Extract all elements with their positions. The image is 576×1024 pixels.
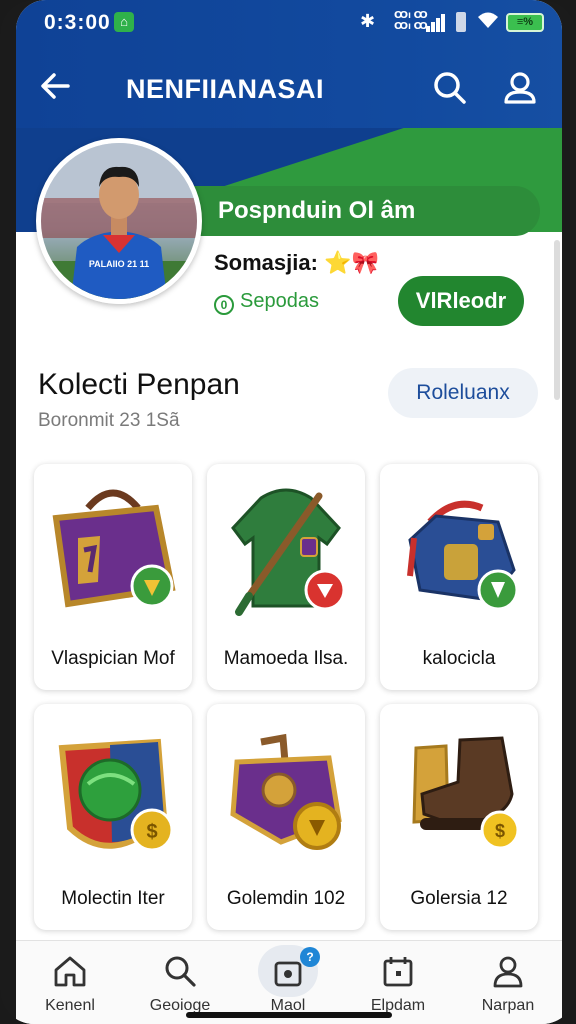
collection-item[interactable]: Golemdin 102 (207, 704, 365, 930)
status-label: Somasjia: (214, 250, 318, 275)
star-icon: ⭐🎀 (324, 250, 379, 275)
shield-ball-icon: $ (48, 718, 178, 868)
item-label: Golersia 12 (410, 888, 508, 909)
nav-item-home[interactable]: Kenenl (20, 941, 120, 1024)
item-label: kalocicla (422, 648, 496, 669)
notification-badge: ? (300, 947, 320, 967)
player-sub: 0 Sepodas (214, 290, 319, 315)
player-avatar[interactable]: PALAIIO 21 11 (36, 138, 202, 304)
collection-item[interactable]: Mamoeda Ilsa. (207, 464, 365, 690)
status-dot-icon: 0 (214, 295, 234, 315)
blue-backpack-icon (394, 478, 524, 628)
collection-item[interactable]: kalocicla (380, 464, 538, 690)
app-notification-icon: ⌂ (114, 12, 134, 32)
wifi-icon (476, 10, 500, 36)
sim-icon (456, 12, 466, 32)
back-arrow-icon[interactable] (36, 66, 76, 106)
section-action-button[interactable]: Roleluanx (388, 368, 538, 418)
person-icon (490, 953, 526, 989)
item-label: Molectin Iter (61, 888, 165, 909)
nav-label: Kenenl (45, 997, 95, 1014)
app-bar: NENFIIANASAI (16, 56, 562, 120)
player-name-banner: Pospnduin Ol âm (188, 186, 540, 236)
section-subtitle: Boronmit 23 1Sã (38, 410, 180, 431)
collection-item[interactable]: Vlaspician Mof (34, 464, 192, 690)
network-indicator: Ꝏı Ꝏ Ꝏı Ꝏ (394, 10, 428, 32)
search-icon (162, 953, 198, 989)
svg-text:$: $ (495, 821, 505, 841)
network-line1: Ꝏı Ꝏ (394, 10, 428, 21)
network-line2: Ꝏı Ꝏ (394, 21, 428, 32)
green-hoodie-icon (221, 478, 351, 628)
leather-boot-icon: $ (394, 718, 524, 868)
home-indicator[interactable] (186, 1012, 392, 1018)
nav-item-profile[interactable]: Narpan (458, 941, 558, 1024)
header-area: 0:3:00 ⌂ ✱ Ꝏı Ꝏ Ꝏı Ꝏ ≡% NENFIIANASAI (16, 0, 562, 128)
scrollbar[interactable] (554, 240, 560, 400)
item-label: Vlaspician Mof (51, 648, 175, 669)
svg-text:$: $ (146, 821, 157, 843)
screen: 0:3:00 ⌂ ✱ Ꝏı Ꝏ Ꝏı Ꝏ ≡% NENFIIANASAI Pos… (16, 0, 562, 1024)
treasure-chest-icon (48, 478, 178, 628)
battery-icon: ≡% (506, 13, 544, 32)
profile-icon[interactable] (500, 68, 540, 108)
signal-icon (426, 14, 446, 32)
page-title: NENFIIANASAI (126, 74, 325, 104)
purple-armor-icon (221, 718, 351, 868)
jersey-text: PALAIIO 21 11 (89, 259, 149, 269)
status-time: 0:3:00 (44, 11, 111, 34)
status-bar: 0:3:00 ⌂ ✱ Ꝏı Ꝏ Ꝏı Ꝏ ≡% (16, 0, 562, 46)
player-status: Somasjia: ⭐🎀 (214, 250, 379, 276)
item-label: Golemdin 102 (226, 888, 346, 909)
phone-frame: 0:3:00 ⌂ ✱ Ꝏı Ꝏ Ꝏı Ꝏ ≡% NENFIIANASAI Pos… (0, 0, 576, 1024)
home-icon (52, 953, 88, 989)
item-label: Mamoeda Ilsa. (223, 648, 349, 669)
search-icon[interactable] (430, 68, 470, 108)
calendar-icon (380, 953, 416, 989)
section-title: Kolecti Penpan (38, 368, 240, 401)
nav-label: Narpan (481, 997, 535, 1014)
collection-item[interactable]: $ Molectin Iter (34, 704, 192, 930)
bluetooth-icon: ✱ (360, 11, 376, 31)
sub-label: Sepodas (240, 290, 319, 312)
collection-item[interactable]: $ Golersia 12 (380, 704, 538, 930)
primary-action-button[interactable]: VlRleodr (398, 276, 524, 326)
